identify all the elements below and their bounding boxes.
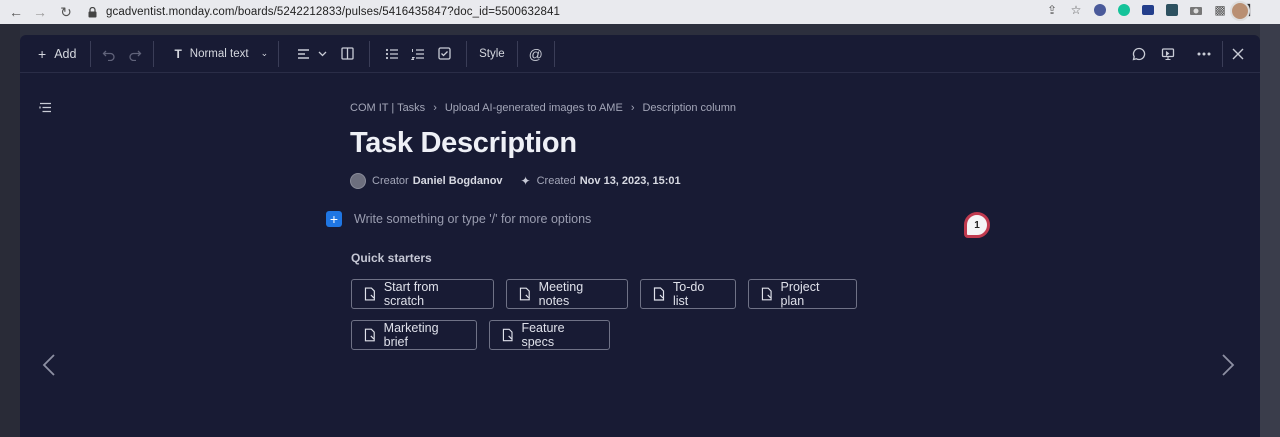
puzzle-icon[interactable]: ▩ bbox=[1212, 2, 1228, 18]
breadcrumb: COM IT | Tasks › Upload AI-generated ima… bbox=[350, 102, 736, 114]
back-arrow-icon[interactable]: ← bbox=[6, 2, 26, 22]
profile-avatar[interactable] bbox=[1230, 1, 1250, 21]
forward-arrow-icon[interactable]: → bbox=[30, 2, 50, 22]
table-of-contents-icon[interactable] bbox=[33, 95, 57, 119]
background-sidebar bbox=[0, 24, 20, 437]
undo-icon[interactable] bbox=[97, 42, 121, 66]
mention-icon[interactable]: @ bbox=[524, 42, 548, 66]
editor-toolbar: + Add T Normal text ⌄ Style @ bbox=[20, 35, 1260, 73]
reload-icon[interactable]: ↻ bbox=[56, 2, 76, 22]
redo-icon[interactable] bbox=[123, 42, 147, 66]
quick-starter-label: Start from scratch bbox=[383, 280, 439, 308]
address-bar[interactable]: gcadventist.monday.com/boards/5242212833… bbox=[106, 6, 560, 18]
quick-starter-label: Marketing brief bbox=[383, 321, 439, 349]
bulleted-list-icon[interactable] bbox=[380, 42, 404, 66]
chevron-right-icon: › bbox=[630, 102, 635, 114]
add-block-button[interactable]: + bbox=[326, 211, 342, 227]
divider bbox=[369, 40, 371, 67]
text-style-dropdown[interactable]: T Normal text ⌄ bbox=[174, 40, 268, 68]
text-style-label: Normal text bbox=[189, 47, 249, 60]
doc-editor-modal: + Add T Normal text ⌄ Style @ COM IT | T… bbox=[20, 35, 1260, 437]
quick-starters-heading: Quick starters bbox=[351, 251, 432, 265]
lock-icon bbox=[88, 6, 98, 18]
more-options-icon[interactable] bbox=[1192, 42, 1216, 66]
feature-specs-button[interactable]: Feature specs bbox=[489, 320, 610, 350]
creator-label: Creator bbox=[372, 175, 409, 187]
comment-count-badge[interactable]: 1 bbox=[964, 212, 990, 238]
document-icon bbox=[653, 287, 665, 301]
add-button[interactable]: + Add bbox=[38, 40, 76, 68]
page-title[interactable]: Task Description bbox=[350, 127, 577, 160]
columns-layout-icon[interactable] bbox=[335, 42, 359, 66]
id-ext-icon[interactable] bbox=[1140, 2, 1156, 18]
divider bbox=[553, 40, 555, 67]
presentation-icon[interactable] bbox=[1156, 42, 1180, 66]
style-button[interactable]: Style bbox=[479, 40, 505, 68]
numbered-list-icon[interactable] bbox=[406, 42, 430, 66]
green-ext-icon[interactable] bbox=[1116, 2, 1132, 18]
start-from-scratch-button[interactable]: Start from scratch bbox=[351, 279, 494, 309]
comment-icon[interactable] bbox=[1127, 42, 1151, 66]
checklist-icon[interactable] bbox=[432, 42, 456, 66]
divider bbox=[278, 40, 280, 67]
created-label: Created bbox=[536, 175, 576, 187]
avatar bbox=[350, 173, 366, 189]
app-ext-icon[interactable] bbox=[1164, 2, 1180, 18]
document-icon bbox=[364, 287, 375, 301]
close-icon[interactable] bbox=[1226, 42, 1250, 66]
quick-starter-label: To-do list bbox=[673, 280, 705, 308]
quick-starter-label: Meeting notes bbox=[538, 280, 584, 308]
star-icon[interactable]: ☆ bbox=[1068, 2, 1084, 18]
style-label: Style bbox=[479, 47, 505, 60]
browser-toolbar: ← → ↻ gcadventist.monday.com/boards/5242… bbox=[0, 0, 1280, 24]
breadcrumb-item[interactable]: Upload AI-generated images to AME bbox=[445, 102, 623, 114]
chevron-right-icon: › bbox=[433, 102, 437, 114]
quick-starter-label: Feature specs bbox=[521, 321, 565, 349]
divider bbox=[516, 40, 518, 67]
document-icon bbox=[519, 287, 530, 301]
divider bbox=[1222, 41, 1223, 67]
text-type-icon: T bbox=[174, 46, 182, 61]
doc-meta: Creator Daniel Bogdanov ✦ Created Nov 13… bbox=[350, 173, 681, 189]
created-date: Nov 13, 2023, 15:01 bbox=[579, 175, 681, 187]
next-arrow-icon[interactable] bbox=[1221, 353, 1235, 384]
project-plan-button[interactable]: Project plan bbox=[748, 279, 857, 309]
to-do-list-button[interactable]: To-do list bbox=[640, 279, 736, 309]
breadcrumb-item[interactable]: COM IT | Tasks bbox=[350, 102, 425, 114]
editor-placeholder[interactable]: Write something or type '/' for more opt… bbox=[354, 212, 591, 226]
add-label: Add bbox=[54, 46, 77, 61]
divider bbox=[466, 40, 468, 67]
background-right-panel bbox=[1260, 24, 1280, 437]
sparkle-icon: ✦ bbox=[520, 174, 531, 188]
document-icon bbox=[364, 328, 375, 342]
extensions-bar: ⇪ ☆ ▩ bbox=[1044, 2, 1252, 18]
marketing-brief-button[interactable]: Marketing brief bbox=[351, 320, 477, 350]
document-icon bbox=[761, 287, 772, 301]
share-icon[interactable]: ⇪ bbox=[1044, 2, 1060, 18]
camera-icon[interactable] bbox=[1188, 2, 1204, 18]
breadcrumb-item[interactable]: Description column bbox=[642, 102, 736, 114]
divider bbox=[90, 40, 92, 67]
divider bbox=[153, 40, 155, 67]
quick-starter-label: Project plan bbox=[780, 280, 820, 308]
plus-icon: + bbox=[38, 45, 47, 62]
previous-arrow-icon[interactable] bbox=[42, 353, 56, 384]
grammarly-icon[interactable] bbox=[1092, 2, 1108, 18]
chevron-down-icon: ⌄ bbox=[260, 48, 269, 58]
document-icon bbox=[502, 328, 513, 342]
chevron-down-icon[interactable] bbox=[315, 42, 329, 66]
align-left-icon[interactable] bbox=[291, 42, 315, 66]
creator-name: Daniel Bogdanov bbox=[412, 175, 503, 187]
meeting-notes-button[interactable]: Meeting notes bbox=[506, 279, 628, 309]
